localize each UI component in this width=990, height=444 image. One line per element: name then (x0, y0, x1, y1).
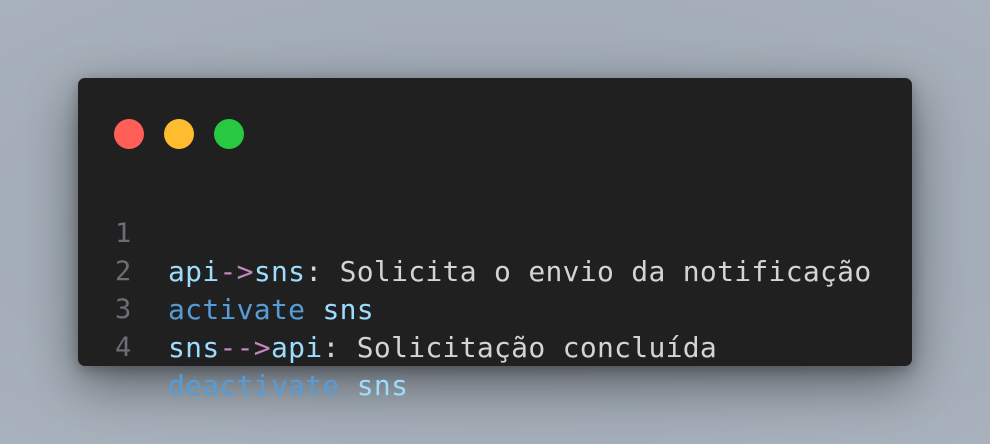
code-line: 3 sns-->api: Solicitação concluída (78, 253, 912, 364)
maximize-dot-icon[interactable] (214, 119, 244, 149)
code-token-identifier: sns (356, 369, 409, 402)
code-line: 4 deactivate sns (78, 291, 912, 402)
code-line: 1 api->sns: Solicita o envio da notifica… (78, 177, 912, 288)
code-token-arrow: --> (219, 331, 271, 364)
line-number: 4 (115, 332, 132, 363)
close-dot-icon[interactable] (114, 119, 144, 149)
minimize-dot-icon[interactable] (164, 119, 194, 149)
code-line-content: sns-->api: Solicitação concluída (168, 329, 717, 367)
code-token-text: : Solicitação concluída (322, 331, 718, 364)
code-token-keyword: deactivate (168, 369, 340, 402)
code-line: 2 activate sns (78, 215, 912, 326)
code-token-identifier: api (270, 331, 323, 364)
code-line-content: deactivate sns (168, 367, 408, 405)
code-block: 1 api->sns: Solicita o envio da notifica… (78, 177, 912, 402)
code-window: 1 api->sns: Solicita o envio da notifica… (78, 78, 912, 402)
